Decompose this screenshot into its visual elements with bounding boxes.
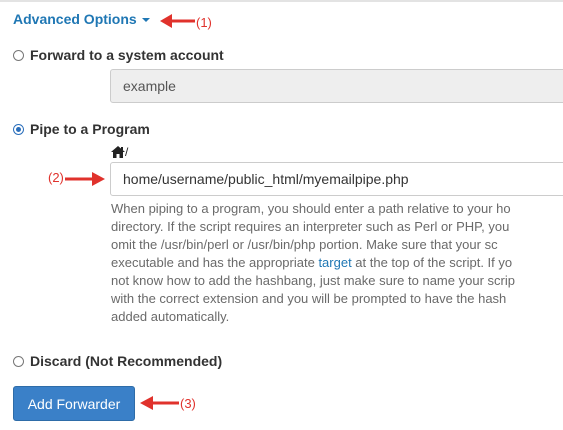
target-link[interactable]: target xyxy=(318,255,351,270)
program-path-value: home/username/public_html/myemailpipe.ph… xyxy=(123,171,409,187)
forward-system-account-label: Forward to a system account xyxy=(30,47,224,63)
advanced-options-toggle[interactable]: Advanced Options xyxy=(13,11,150,27)
system-account-value: example xyxy=(123,78,176,94)
caret-down-icon xyxy=(141,18,150,22)
home-path-prefix: / xyxy=(111,145,128,159)
system-account-field[interactable]: example xyxy=(110,69,563,103)
red-arrow-icon xyxy=(140,396,179,410)
pipe-help-text: When piping to a program, you should ent… xyxy=(111,200,563,326)
forward-system-account-option[interactable]: Forward to a system account xyxy=(13,47,224,63)
add-forwarder-button[interactable]: Add Forwarder xyxy=(13,386,135,421)
red-arrow-icon xyxy=(160,14,195,28)
help-segment: at the top of the script. If yo xyxy=(351,255,513,270)
forward-system-account-radio[interactable] xyxy=(13,49,24,61)
help-line: not know how to add the hashbang, just m… xyxy=(111,273,515,288)
pipe-to-program-radio[interactable] xyxy=(13,123,24,135)
help-segment: executable and has the appropriate xyxy=(111,255,319,270)
annotation-2: (2) xyxy=(48,170,64,185)
annotation-1: (1) xyxy=(196,15,212,30)
top-divider xyxy=(0,0,563,2)
pipe-to-program-label: Pipe to a Program xyxy=(30,121,150,137)
help-line: with the correct extension and you will … xyxy=(111,291,507,306)
help-line: omit the /usr/bin/perl or /usr/bin/php p… xyxy=(111,237,498,252)
path-prefix-slash: / xyxy=(125,145,129,159)
home-icon xyxy=(111,146,125,158)
help-line-with-link: executable and has the appropriate targe… xyxy=(111,254,563,272)
pipe-to-program-option[interactable]: Pipe to a Program xyxy=(13,121,150,137)
red-arrow-icon xyxy=(65,172,105,186)
help-line: When piping to a program, you should ent… xyxy=(111,201,511,216)
discard-option[interactable]: Discard (Not Recommended) xyxy=(13,353,222,369)
discard-radio[interactable] xyxy=(13,355,24,367)
help-line: added automatically. xyxy=(111,309,230,324)
forwarder-options-panel: Advanced Options (1) Forward to a system… xyxy=(0,0,563,430)
discard-label: Discard (Not Recommended) xyxy=(30,353,223,369)
annotation-3: (3) xyxy=(180,396,196,411)
advanced-options-label: Advanced Options xyxy=(13,11,137,27)
help-line: directory. If the script requires an int… xyxy=(111,219,510,234)
program-path-input[interactable]: home/username/public_html/myemailpipe.ph… xyxy=(110,162,563,196)
